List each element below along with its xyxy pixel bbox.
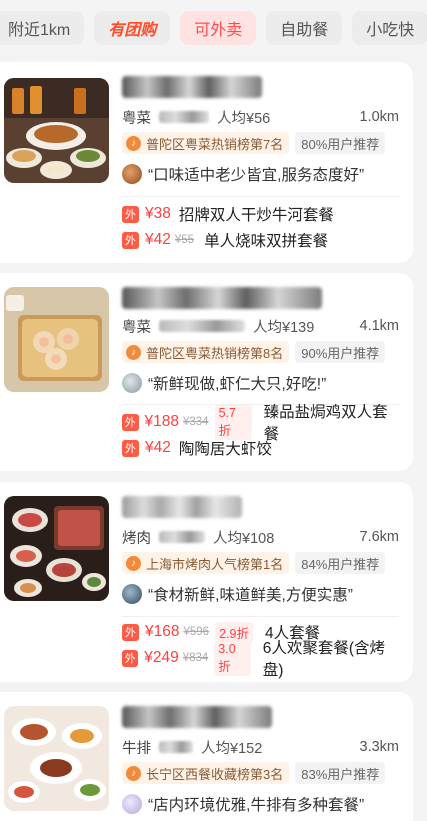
rank-text: 长宁区西餐收藏榜第3名 [146,766,284,782]
avg-price: 人均¥108 [213,530,275,547]
recommend-rate: 84%用户推荐 [295,552,386,574]
cuisine-label: 粤菜 [122,319,151,336]
deal-item[interactable]: 外 ¥42 陶陶居大虾饺 [122,436,399,460]
deal-price: ¥38 [145,205,171,222]
avg-price: 人均¥152 [201,740,263,757]
rank-badge[interactable]: ♪ 普陀区粤菜热销榜第8名 [122,341,290,363]
avg-price: 人均¥56 [217,110,271,127]
distance: 7.6km [359,529,400,545]
rank-music-icon: ♪ [126,344,141,360]
rank-text: 上海市烤肉人气榜第1名 [146,556,284,572]
reviewer-avatar [122,584,142,604]
deal-original-price: ¥834 [182,652,209,664]
restaurant-card[interactable]: 粤菜 人均¥56 1.0km ♪ 普陀区粤菜热销榜第7名 80%用户推荐 “口味… [0,62,413,263]
deal-title: 陶陶居大虾饺 [178,441,272,458]
deal-original-price: ¥596 [183,626,210,638]
deal-discount: 5.7折 [214,404,252,440]
filter-nearby-1km[interactable]: 附近1km [0,11,85,45]
restaurant-name-blurred [122,76,262,98]
restaurant-card[interactable]: 烤肉 人均¥108 7.6km ♪ 上海市烤肉人气榜第1名 84%用户推荐 “食… [0,482,413,682]
recommend-rate: 90%用户推荐 [295,341,386,363]
review-quote: “新鲜现做,虾仁大只,好吃!” [148,376,327,393]
review-quote: “口味适中老少皆宜,服务态度好” [148,167,365,184]
deal-title: 招牌双人干炒牛河套餐 [178,207,334,224]
filter-takeaway[interactable]: 可外卖 [180,11,257,45]
review-quote: “食材新鲜,味道鲜美,方便实惠” [148,587,353,604]
divider [122,196,399,197]
area-blurred [159,741,193,753]
deal-title: 单人烧味双拼套餐 [204,233,329,250]
deal-price: ¥42 [145,231,171,248]
cuisine-label: 烤肉 [122,530,151,547]
filter-buffet[interactable]: 自助餐 [266,11,343,45]
review-quote: “店内环境优雅,牛排有多种套餐” [148,797,365,814]
deal-item[interactable]: 外 ¥42 ¥55 单人烧味双拼套餐 [122,228,399,252]
rank-music-icon: ♪ [126,555,141,571]
takeaway-badge-icon: 外 [122,439,139,457]
takeaway-badge-icon: 外 [122,231,139,249]
filter-bar: 附近1km 有团购 可外卖 自助餐 小吃快 [0,0,427,56]
filter-snacks[interactable]: 小吃快 [352,11,427,45]
restaurant-card[interactable]: 粤菜 人均¥139 4.1km ♪ 普陀区粤菜热销榜第8名 90%用户推荐 “新… [0,273,413,471]
rank-music-icon: ♪ [126,135,141,151]
restaurant-photo [4,496,109,601]
deal-original-price: ¥55 [174,234,195,246]
deal-original-price: ¥334 [182,416,209,428]
deal-price: ¥249 [144,649,179,666]
area-blurred [159,531,205,543]
cuisine-label: 粤菜 [122,110,151,127]
distance: 4.1km [359,318,400,334]
deal-discount: 3.0折 [214,640,251,676]
distance: 1.0km [359,109,400,125]
divider [122,616,399,617]
restaurant-name-blurred [122,287,322,309]
filter-group-buy[interactable]: 有团购 [94,11,171,45]
deal-price: ¥168 [145,623,180,640]
reviewer-avatar [122,794,142,814]
restaurant-card[interactable]: 牛排 人均¥152 3.3km ♪ 长宁区西餐收藏榜第3名 83%用户推荐 “店… [0,692,413,821]
takeaway-badge-icon: 外 [122,623,139,641]
avg-price: 人均¥139 [253,319,315,336]
rank-badge[interactable]: ♪ 普陀区粤菜热销榜第7名 [122,132,290,154]
rank-badge[interactable]: ♪ 长宁区西餐收藏榜第3名 [122,762,290,784]
cuisine-label: 牛排 [122,740,151,757]
area-blurred [159,320,245,332]
deal-item[interactable]: 外 ¥188 ¥334 5.7折 臻品盐焗鸡双人套餐 [122,404,399,443]
takeaway-badge-icon: 外 [122,649,139,667]
deal-price: ¥42 [145,439,171,456]
rank-text: 普陀区粤菜热销榜第8名 [146,345,284,361]
restaurant-photo [4,706,109,811]
restaurant-photo [4,78,109,183]
rank-badge[interactable]: ♪ 上海市烤肉人气榜第1名 [122,552,290,574]
takeaway-badge-icon: 外 [122,413,139,431]
deal-title: 6人欢聚套餐(含烤盘) [262,640,386,679]
rank-music-icon: ♪ [126,765,141,781]
rank-text: 普陀区粤菜热销榜第7名 [146,136,284,152]
area-blurred [159,111,209,123]
recommend-rate: 83%用户推荐 [295,762,386,784]
distance: 3.3km [359,739,400,755]
deal-item[interactable]: 外 ¥38 招牌双人干炒牛河套餐 [122,202,399,226]
restaurant-name-blurred [122,496,242,518]
deal-discount: 2.9折 [215,621,253,643]
restaurant-photo [4,287,109,392]
reviewer-avatar [122,164,142,184]
deal-price: ¥188 [144,413,179,430]
takeaway-badge-icon: 外 [122,205,139,223]
deal-item[interactable]: 外 ¥249 ¥834 3.0折 6人欢聚套餐(含烤盘) [122,640,399,679]
reviewer-avatar [122,373,142,393]
recommend-rate: 80%用户推荐 [295,132,386,154]
restaurant-name-blurred [122,706,272,728]
